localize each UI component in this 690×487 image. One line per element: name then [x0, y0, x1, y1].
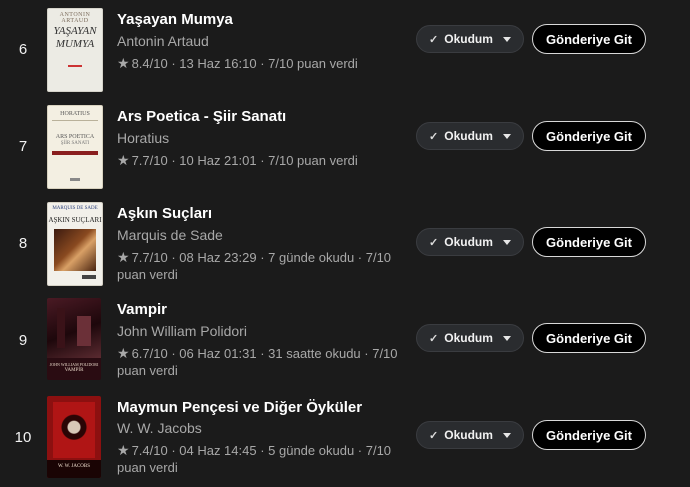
cover-author: JOHN WILLIAM POLIDORI: [49, 362, 99, 367]
check-icon: ✓: [429, 130, 439, 143]
caret-down-icon: [502, 335, 511, 341]
go-to-post-button[interactable]: Gönderiye Git: [532, 227, 646, 257]
book-meta: ★ 7.4/10 · 04 Haz 14:45 · 5 günde okudu ·…: [117, 442, 422, 476]
caret-down-icon: [502, 133, 511, 139]
star-icon: ★: [117, 345, 130, 361]
meta-text: 7.4/10 · 04 Haz 14:45 · 5 günde okudu · …: [117, 443, 392, 475]
go-to-post-button[interactable]: Gönderiye Git: [532, 420, 646, 450]
star-icon: ★: [117, 249, 130, 265]
caret-down-icon: [502, 432, 511, 438]
cover-title-line1: ARS POETICA: [55, 134, 95, 140]
reading-status-dropdown[interactable]: ✓ Okudum: [416, 421, 524, 449]
meta-text: 7.7/10 · 10 Haz 21:01 · 7/10 puan verdi: [131, 153, 358, 168]
meta-text: 8.4/10 · 13 Haz 16:10 · 7/10 puan verdi: [131, 56, 358, 71]
star-icon: ★: [117, 152, 130, 168]
cover-author: MARQUIS DE SADE: [52, 206, 98, 211]
check-icon: ✓: [429, 236, 439, 249]
reading-status-dropdown[interactable]: ✓ Okudum: [416, 228, 524, 256]
book-cover[interactable]: MARQUIS DE SADE AŞKIN SUÇLARI: [47, 202, 103, 286]
status-label: Okudum: [444, 428, 493, 442]
cover-title-line2: MUMYA: [55, 38, 95, 50]
go-to-post-button[interactable]: Gönderiye Git: [532, 121, 646, 151]
star-icon: ★: [117, 442, 130, 458]
go-to-post-button[interactable]: Gönderiye Git: [532, 24, 646, 54]
rank-number: 6: [18, 41, 28, 58]
book-title[interactable]: Ars Poetica - Şiir Sanatı: [117, 108, 286, 125]
list-item: 9 JOHN WILLIAM POLIDORI VAMPİR Vampir Jo…: [0, 291, 690, 387]
cover-author: HORATIUS: [60, 111, 90, 117]
status-label: Okudum: [444, 235, 493, 249]
book-author[interactable]: Antonin Artaud: [117, 33, 209, 49]
check-icon: ✓: [429, 429, 439, 442]
meta-text: 6.7/10 · 06 Haz 01:31 · 31 saatte okudu …: [117, 346, 398, 378]
book-cover[interactable]: W. W. JACOBS: [47, 396, 101, 478]
book-title[interactable]: Yaşayan Mumya: [117, 11, 233, 28]
status-label: Okudum: [444, 129, 493, 143]
cover-title: VAMPİR: [64, 368, 84, 373]
list-item: 7 HORATIUS ARS POETICA ŞİİR SANATI Ars P…: [0, 97, 690, 193]
go-to-post-button[interactable]: Gönderiye Git: [532, 323, 646, 353]
book-author[interactable]: John William Polidori: [117, 323, 247, 339]
cover-author: W. W. JACOBS: [57, 464, 91, 469]
book-meta: ★ 8.4/10 · 13 Haz 16:10 · 7/10 puan verdi: [117, 55, 422, 72]
meta-text: 7.7/10 · 08 Haz 23:29 · 7 günde okudu · …: [117, 250, 392, 282]
book-title[interactable]: Vampir: [117, 301, 167, 318]
list-item: 6 ANTONIN ARTAUD YAŞAYAN MUMYA Yaşayan M…: [0, 0, 690, 96]
check-icon: ✓: [429, 332, 439, 345]
reading-status-dropdown[interactable]: ✓ Okudum: [416, 122, 524, 150]
star-icon: ★: [117, 55, 130, 71]
book-cover[interactable]: JOHN WILLIAM POLIDORI VAMPİR: [47, 298, 101, 380]
cover-author: ANTONIN ARTAUD: [59, 12, 91, 24]
rank-number: 8: [18, 235, 28, 252]
book-meta: ★ 7.7/10 · 10 Haz 21:01 · 7/10 puan verdi: [117, 152, 422, 169]
book-meta: ★ 6.7/10 · 06 Haz 01:31 · 31 saatte okudu…: [117, 345, 422, 379]
book-author[interactable]: Marquis de Sade: [117, 227, 223, 243]
reading-status-dropdown[interactable]: ✓ Okudum: [416, 25, 524, 53]
book-cover[interactable]: ANTONIN ARTAUD YAŞAYAN MUMYA: [47, 8, 103, 92]
cover-title-line2: ŞİİR SANATI: [60, 141, 90, 146]
check-icon: ✓: [429, 33, 439, 46]
book-author[interactable]: W. W. Jacobs: [117, 420, 202, 436]
book-author[interactable]: Horatius: [117, 130, 169, 146]
status-label: Okudum: [444, 331, 493, 345]
book-cover[interactable]: HORATIUS ARS POETICA ŞİİR SANATI: [47, 105, 103, 189]
rank-number: 7: [18, 138, 28, 155]
cover-title-line1: YAŞAYAN: [53, 25, 97, 37]
status-label: Okudum: [444, 32, 493, 46]
cover-title: AŞKIN SUÇLARI: [48, 216, 102, 224]
caret-down-icon: [502, 36, 511, 42]
rank-number: 9: [18, 332, 28, 349]
reading-status-dropdown[interactable]: ✓ Okudum: [416, 324, 524, 352]
list-item: 10 W. W. JACOBS Maymun Pençesi ve Diğer …: [0, 388, 690, 484]
list-item: 8 MARQUIS DE SADE AŞKIN SUÇLARI Aşkın Su…: [0, 194, 690, 290]
book-title[interactable]: Maymun Pençesi ve Diğer Öyküler: [117, 399, 362, 416]
book-title[interactable]: Aşkın Suçları: [117, 205, 212, 222]
rank-number: 10: [14, 429, 32, 446]
caret-down-icon: [502, 239, 511, 245]
book-meta: ★ 7.7/10 · 08 Haz 23:29 · 7 günde okudu ·…: [117, 249, 422, 283]
